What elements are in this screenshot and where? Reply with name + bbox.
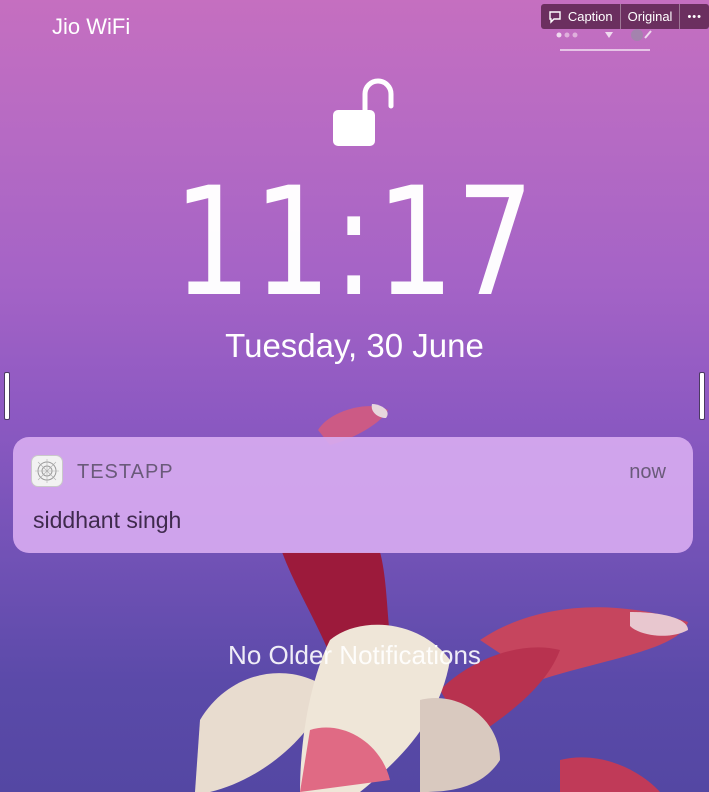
more-icon: ••• [687,10,702,23]
image-toolbar: Caption Original ••• [540,4,709,29]
notification-card[interactable]: TESTAPP now siddhant singh [13,437,693,553]
notification-timestamp: now [629,461,666,483]
unlocked-padlock-icon [333,78,394,146]
no-older-notifications: No Older Notifications [228,640,481,670]
notification-app-name: TESTAPP [77,461,174,483]
status-underline [560,49,650,51]
caption-button[interactable]: Caption [541,4,620,29]
wifi-icon [605,32,613,38]
clock-date: Tuesday, 30 June [225,327,484,364]
clock-digits: 11:17 [173,156,536,330]
original-button[interactable]: Original [621,4,680,29]
app-icon [31,455,63,487]
original-label: Original [627,9,673,24]
status-icons [556,29,652,41]
right-scroll-handle[interactable] [699,372,705,420]
caption-label: Caption [567,9,613,24]
more-button[interactable]: ••• [680,4,709,29]
alarm-icon [631,29,643,41]
battery-icon [644,30,652,39]
speech-bubble-icon [549,10,561,24]
left-scroll-handle[interactable] [4,372,10,420]
clock-time: 11:17 [64,168,645,318]
notification-message: siddhant singh [33,507,182,533]
carrier-label: Jio WiFi [52,14,131,39]
